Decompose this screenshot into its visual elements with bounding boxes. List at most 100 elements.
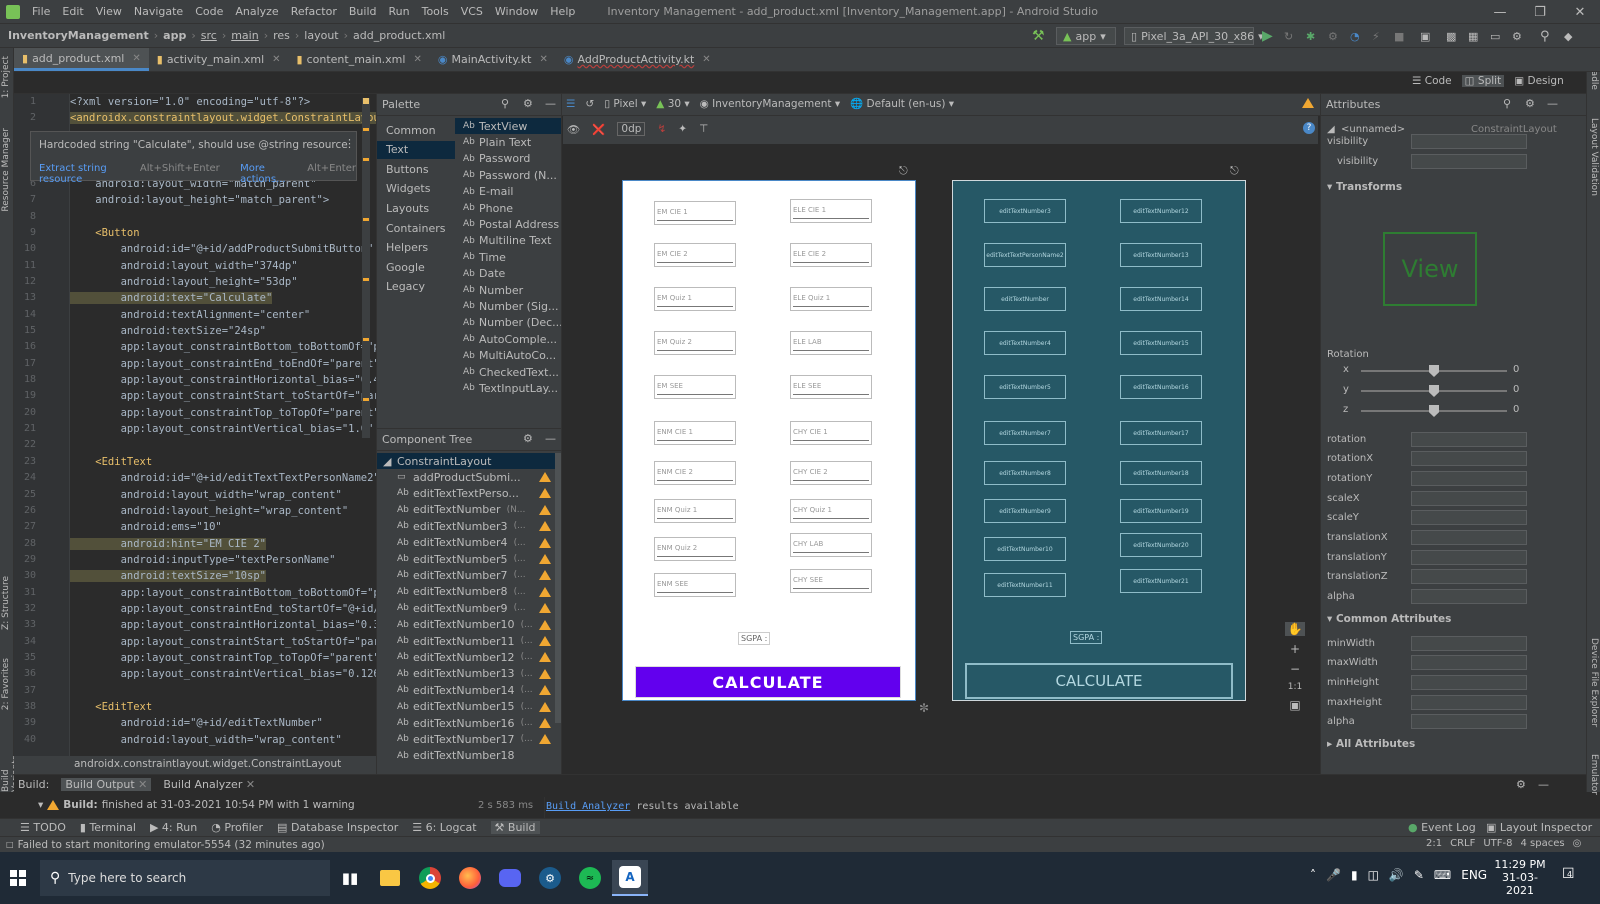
code-line-16[interactable]: app:layout_constraintBottom_toBottomOf="… [70, 341, 376, 353]
theme-selector[interactable]: ◉ InventoryManagement ▾ [700, 98, 840, 110]
edittext-blueprint[interactable]: editTextNumber [984, 287, 1066, 311]
breadcrumb-project[interactable]: InventoryManagement [6, 29, 151, 42]
all-attributes-section[interactable]: ▸ All Attributes [1321, 735, 1581, 753]
warning-icon[interactable] [539, 734, 551, 745]
code-line-18[interactable]: app:layout_constraintHorizontal_bias="0.… [70, 374, 376, 386]
minimize-panel-icon[interactable]: — [545, 97, 556, 110]
infer-constraints-icon[interactable]: ✦ [678, 123, 687, 135]
edittext-preview[interactable]: CHY LAB [790, 533, 872, 557]
breadcrumb-file[interactable]: add_product.xml [351, 29, 447, 42]
emulator-tool[interactable]: Emulator [1589, 754, 1599, 795]
code-mode-button[interactable]: ☰ Code [1412, 75, 1452, 87]
caret-position[interactable]: 2:1 [1426, 838, 1442, 849]
code-line-17[interactable]: app:layout_constraintEnd_toEndOf="parent… [70, 358, 376, 370]
palette-item[interactable]: Ab Number [455, 282, 561, 298]
warning-icon[interactable] [539, 636, 551, 646]
autoconnect-icon[interactable]: ❌ [592, 123, 605, 136]
battery-icon[interactable]: ▮ [1351, 868, 1358, 882]
code-line-13[interactable]: android:text="Calculate" [70, 292, 273, 304]
avd-manager-icon[interactable]: ▩ [1446, 27, 1456, 45]
code-line-2[interactable]: <androidx.constraintlayout.widget.Constr… [70, 112, 376, 124]
blueprint-screen[interactable]: editTextNumber3 editTextTextPersonName2 ed… [952, 180, 1246, 701]
warning-icon[interactable] [539, 554, 551, 564]
edittext-blueprint[interactable]: editTextNumber17 [1120, 421, 1202, 445]
code-line-1[interactable]: <?xml version="1.0" encoding="utf-8"?> [70, 96, 310, 108]
project-tool[interactable]: 1: Project [1, 56, 11, 98]
tree-item[interactable]: Ab editTextNumber8 (... [377, 584, 555, 600]
menu-build[interactable]: Build [343, 5, 383, 18]
tree-scrollbar[interactable] [555, 453, 561, 723]
minimize-panel-icon[interactable]: — [545, 432, 556, 445]
palette-item[interactable]: Ab Postal Address [455, 216, 561, 232]
sync-icon[interactable]: ▣ [1420, 27, 1430, 45]
discord-icon[interactable] [492, 860, 528, 896]
slider-thumb[interactable] [1429, 365, 1439, 377]
warning-icon[interactable] [1302, 98, 1314, 108]
build-message[interactable]: finished at 31-03-2021 10:54 PM with 1 w… [102, 799, 355, 811]
edittext-preview[interactable]: EM Quiz 1 [654, 287, 736, 311]
todo-tool[interactable]: ☰ TODO [20, 821, 66, 834]
code-line-35[interactable]: app:layout_constraintTop_toTopOf="parent… [70, 652, 376, 664]
code-line-26[interactable]: android:layout_height="wrap_content" [70, 505, 349, 517]
tree-item[interactable]: Ab editTextNumber5 (... [377, 551, 555, 567]
tree-item[interactable]: Ab editTextTextPerso... [377, 485, 555, 501]
search-icon[interactable]: ⚲ [1540, 27, 1550, 45]
breadcrumb-res[interactable]: res [271, 29, 292, 42]
warning-icon[interactable] [539, 603, 551, 614]
clock[interactable]: 11:29 PM 31-03-2021 [1492, 858, 1548, 897]
sgpa-label[interactable]: SGPA : [738, 632, 771, 645]
palette-category-layouts[interactable]: Layouts [377, 199, 455, 217]
line-separator[interactable]: CRLF [1450, 838, 1475, 849]
breadcrumb-main[interactable]: main [229, 29, 260, 42]
extract-string-link[interactable]: Extract string resource [39, 163, 134, 185]
run-config-dropdown[interactable]: ▲ app ▾ [1056, 27, 1116, 45]
tree-item[interactable]: Ab editTextNumber11 (... [377, 633, 555, 649]
close-tab-icon[interactable]: ✕ [702, 54, 710, 65]
code-line-36[interactable]: app:layout_constraintVertical_bias="0.12… [70, 668, 376, 680]
edittext-preview[interactable]: ENM CIE 1 [654, 421, 736, 445]
code-line-32[interactable]: app:layout_constraintEnd_toStartOf="@+id… [70, 603, 376, 615]
menu-code[interactable]: Code [189, 5, 229, 18]
edittext-blueprint[interactable]: editTextNumber4 [984, 331, 1066, 355]
edittext-blueprint[interactable]: editTextNumber12 [1120, 199, 1202, 223]
pan-icon[interactable]: ✋ [1284, 622, 1306, 636]
sdk-manager-icon[interactable]: ▦ [1468, 27, 1478, 45]
warning-icon[interactable] [539, 586, 551, 597]
pin-icon[interactable]: ⎋ [1230, 164, 1239, 178]
layers-icon[interactable]: ☰ [566, 98, 575, 110]
tab-content-main-xml[interactable]: ▮ content_main.xml ✕ [289, 48, 430, 71]
minimize-icon[interactable]: — [1480, 0, 1520, 24]
tree-item[interactable]: Ab editTextNumber4 (... [377, 535, 555, 551]
logcat-tool[interactable]: ☰ 6: Logcat [412, 821, 476, 834]
view-options-icon[interactable]: 👁 [567, 123, 580, 136]
palette-item[interactable]: Ab Number (Dec... [455, 315, 561, 331]
code-line-14[interactable]: android:textAlignment="center" [70, 309, 311, 321]
build-analyzer-link[interactable]: Build Analyzer [546, 801, 630, 812]
breadcrumb-app[interactable]: app [161, 29, 188, 42]
warning-icon[interactable] [539, 619, 551, 630]
menu-view[interactable]: View [90, 5, 128, 18]
locale-selector[interactable]: 🌐 Default (en-us) ▾ [850, 97, 954, 110]
profiler-tool[interactable]: ◔ Profiler [211, 821, 263, 834]
code-line-10[interactable]: android:id="@+id/addProductSubmitButton" [70, 243, 374, 255]
profile-icon[interactable]: ◔ [1350, 27, 1360, 45]
tab-main-activity-kt[interactable]: ◉ MainActivity.kt ✕ [430, 48, 556, 71]
indent-setting[interactable]: 4 spaces [1521, 838, 1565, 849]
code-line-7[interactable]: android:layout_height="match_parent"> [70, 194, 329, 206]
edittext-blueprint[interactable]: editTextNumber11 [984, 573, 1066, 597]
visibility-dropdown[interactable] [1411, 133, 1527, 149]
attr-input-translationX[interactable] [1411, 530, 1527, 545]
build-tool[interactable]: ⚒ Build [490, 821, 540, 834]
event-log-tool[interactable]: ● Event Log [1408, 821, 1476, 834]
gear-icon[interactable]: ⚙ [523, 432, 533, 445]
microphone-icon[interactable]: 🎤 [1326, 868, 1341, 882]
tree-item[interactable]: Ab editTextNumber7 (... [377, 567, 555, 583]
steam-icon[interactable]: ⚙ [532, 860, 568, 896]
gear-icon[interactable]: ⚙ [523, 97, 533, 110]
ide-icon[interactable]: ◆ [1564, 27, 1572, 45]
edittext-preview[interactable]: EM CIE 2 [654, 243, 736, 267]
tree-item[interactable]: Ab editTextNumber18 [377, 748, 555, 764]
edittext-blueprint[interactable]: editTextNumber9 [984, 499, 1066, 523]
search-icon[interactable]: ⚲ [501, 97, 509, 110]
attach-debugger-icon[interactable]: ⚙ [1328, 27, 1338, 45]
